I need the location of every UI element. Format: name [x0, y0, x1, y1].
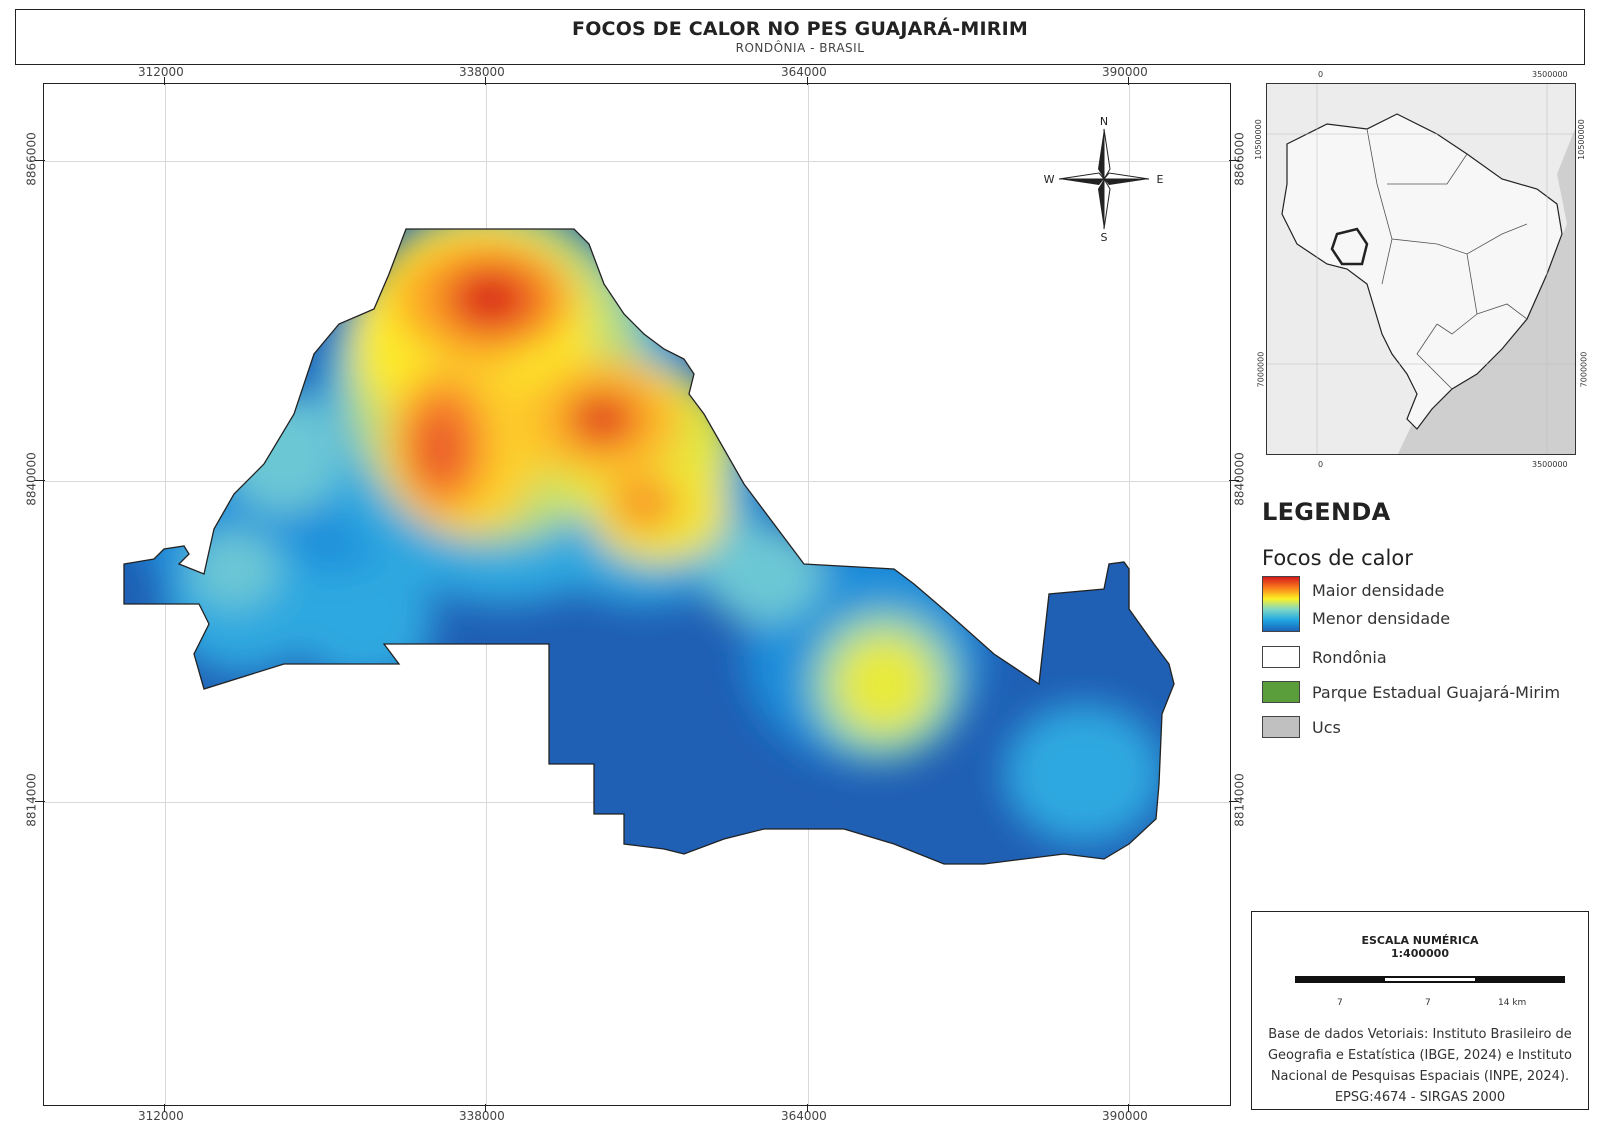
compass-n: N	[1100, 115, 1108, 128]
x-tick-top-4: 390000	[1102, 65, 1148, 79]
tick-mark	[807, 1104, 808, 1112]
north-arrow-icon: N S W E	[1044, 115, 1164, 244]
y-tick-right-3: 8814000	[1232, 773, 1247, 827]
legend-label: Parque Estadual Guajará-Mirim	[1312, 682, 1561, 702]
compass-e: E	[1157, 173, 1164, 186]
density-gradient-swatch	[1262, 576, 1300, 632]
inset-x-tick-bottom-1: 0	[1318, 460, 1324, 469]
tick-mark	[35, 480, 45, 481]
tick-mark	[807, 77, 808, 85]
brazil-outline-map	[1267, 84, 1575, 454]
tick-mark	[164, 1104, 165, 1112]
tick-mark	[1229, 480, 1239, 481]
scale-bar	[1295, 976, 1565, 983]
tick-mark	[1229, 801, 1239, 802]
map-title: FOCOS DE CALOR NO PES GUAJARÁ-MIRIM	[572, 18, 1028, 40]
inset-x-tick-top-1: 0	[1318, 70, 1324, 79]
location-inset-map[interactable]	[1266, 83, 1576, 455]
gradient-low-label: Menor densidade	[1312, 608, 1451, 628]
legend-swatch-rondonia	[1262, 646, 1300, 668]
x-tick-bottom-4: 390000	[1102, 1109, 1148, 1123]
compass-w: W	[1044, 173, 1055, 186]
legend: LEGENDA Focos de calor Maior densidade M…	[1262, 498, 1592, 742]
credits-source: Base de dados Vetoriais: Instituto Brasi…	[1267, 1027, 1572, 1084]
scale-label-2: 7	[1425, 998, 1431, 1008]
inset-y-tick-right-1: 10500000	[1576, 119, 1586, 160]
legend-label: Rondônia	[1312, 647, 1387, 667]
legend-title: LEGENDA	[1262, 498, 1391, 526]
tick-mark	[35, 160, 45, 161]
legend-swatch-ucs	[1262, 716, 1300, 738]
tick-mark	[485, 1104, 486, 1112]
tick-mark	[1229, 160, 1239, 161]
legend-item: Parque Estadual Guajará-Mirim	[1262, 677, 1592, 707]
gradient-high-label: Maior densidade	[1312, 580, 1445, 600]
x-tick-bottom-1: 312000	[138, 1109, 184, 1123]
scale-box: ESCALA NUMÉRICA 1:400000 7 7 14 km Base …	[1251, 911, 1589, 1110]
x-tick-top-3: 364000	[781, 65, 827, 79]
tick-mark	[485, 77, 486, 85]
inset-x-tick-bottom-2: 3500000	[1532, 460, 1568, 469]
legend-swatch-park	[1262, 681, 1300, 703]
inset-y-tick-left-1: 10500000	[1253, 119, 1263, 160]
scale-title: ESCALA NUMÉRICA	[1361, 934, 1479, 947]
legend-label: Ucs	[1312, 717, 1341, 737]
credits-crs: EPSG:4674 - SIRGAS 2000	[1334, 1090, 1506, 1105]
legend-gradient: Maior densidade Menor densidade	[1262, 576, 1592, 632]
y-tick-left-3: 8814000	[24, 773, 39, 827]
x-tick-top-1: 312000	[138, 65, 184, 79]
y-tick-right-2: 8840000	[1232, 452, 1247, 506]
tick-mark	[35, 801, 45, 802]
scale-label-3: 14 km	[1498, 998, 1527, 1008]
map-frame[interactable]: N S W E	[43, 83, 1231, 1106]
x-tick-bottom-3: 364000	[781, 1109, 827, 1123]
tick-mark	[1128, 1104, 1129, 1112]
y-tick-right-1: 8866000	[1232, 132, 1247, 186]
tick-mark	[164, 77, 165, 85]
inset-x-tick-top-2: 3500000	[1532, 70, 1568, 79]
y-tick-left-1: 8866000	[24, 132, 39, 186]
scale-label-1: 7	[1337, 998, 1343, 1008]
title-box: FOCOS DE CALOR NO PES GUAJARÁ-MIRIM ROND…	[15, 9, 1585, 65]
tick-mark	[1128, 77, 1129, 85]
inset-y-tick-left-2: 7000000	[1256, 351, 1266, 388]
x-tick-top-2: 338000	[459, 65, 505, 79]
legend-subtitle: Focos de calor	[1262, 546, 1413, 570]
compass-s: S	[1101, 231, 1108, 244]
scale-ratio: 1:400000	[1391, 947, 1449, 960]
x-tick-bottom-2: 338000	[459, 1109, 505, 1123]
inset-y-tick-right-2: 7000000	[1579, 351, 1589, 388]
legend-item: Rondônia	[1262, 642, 1592, 672]
legend-item: Ucs	[1262, 712, 1592, 742]
credits: Base de dados Vetoriais: Instituto Brasi…	[1260, 1024, 1580, 1108]
y-tick-left-2: 8840000	[24, 452, 39, 506]
map-subtitle: RONDÔNIA - BRASIL	[735, 41, 865, 55]
